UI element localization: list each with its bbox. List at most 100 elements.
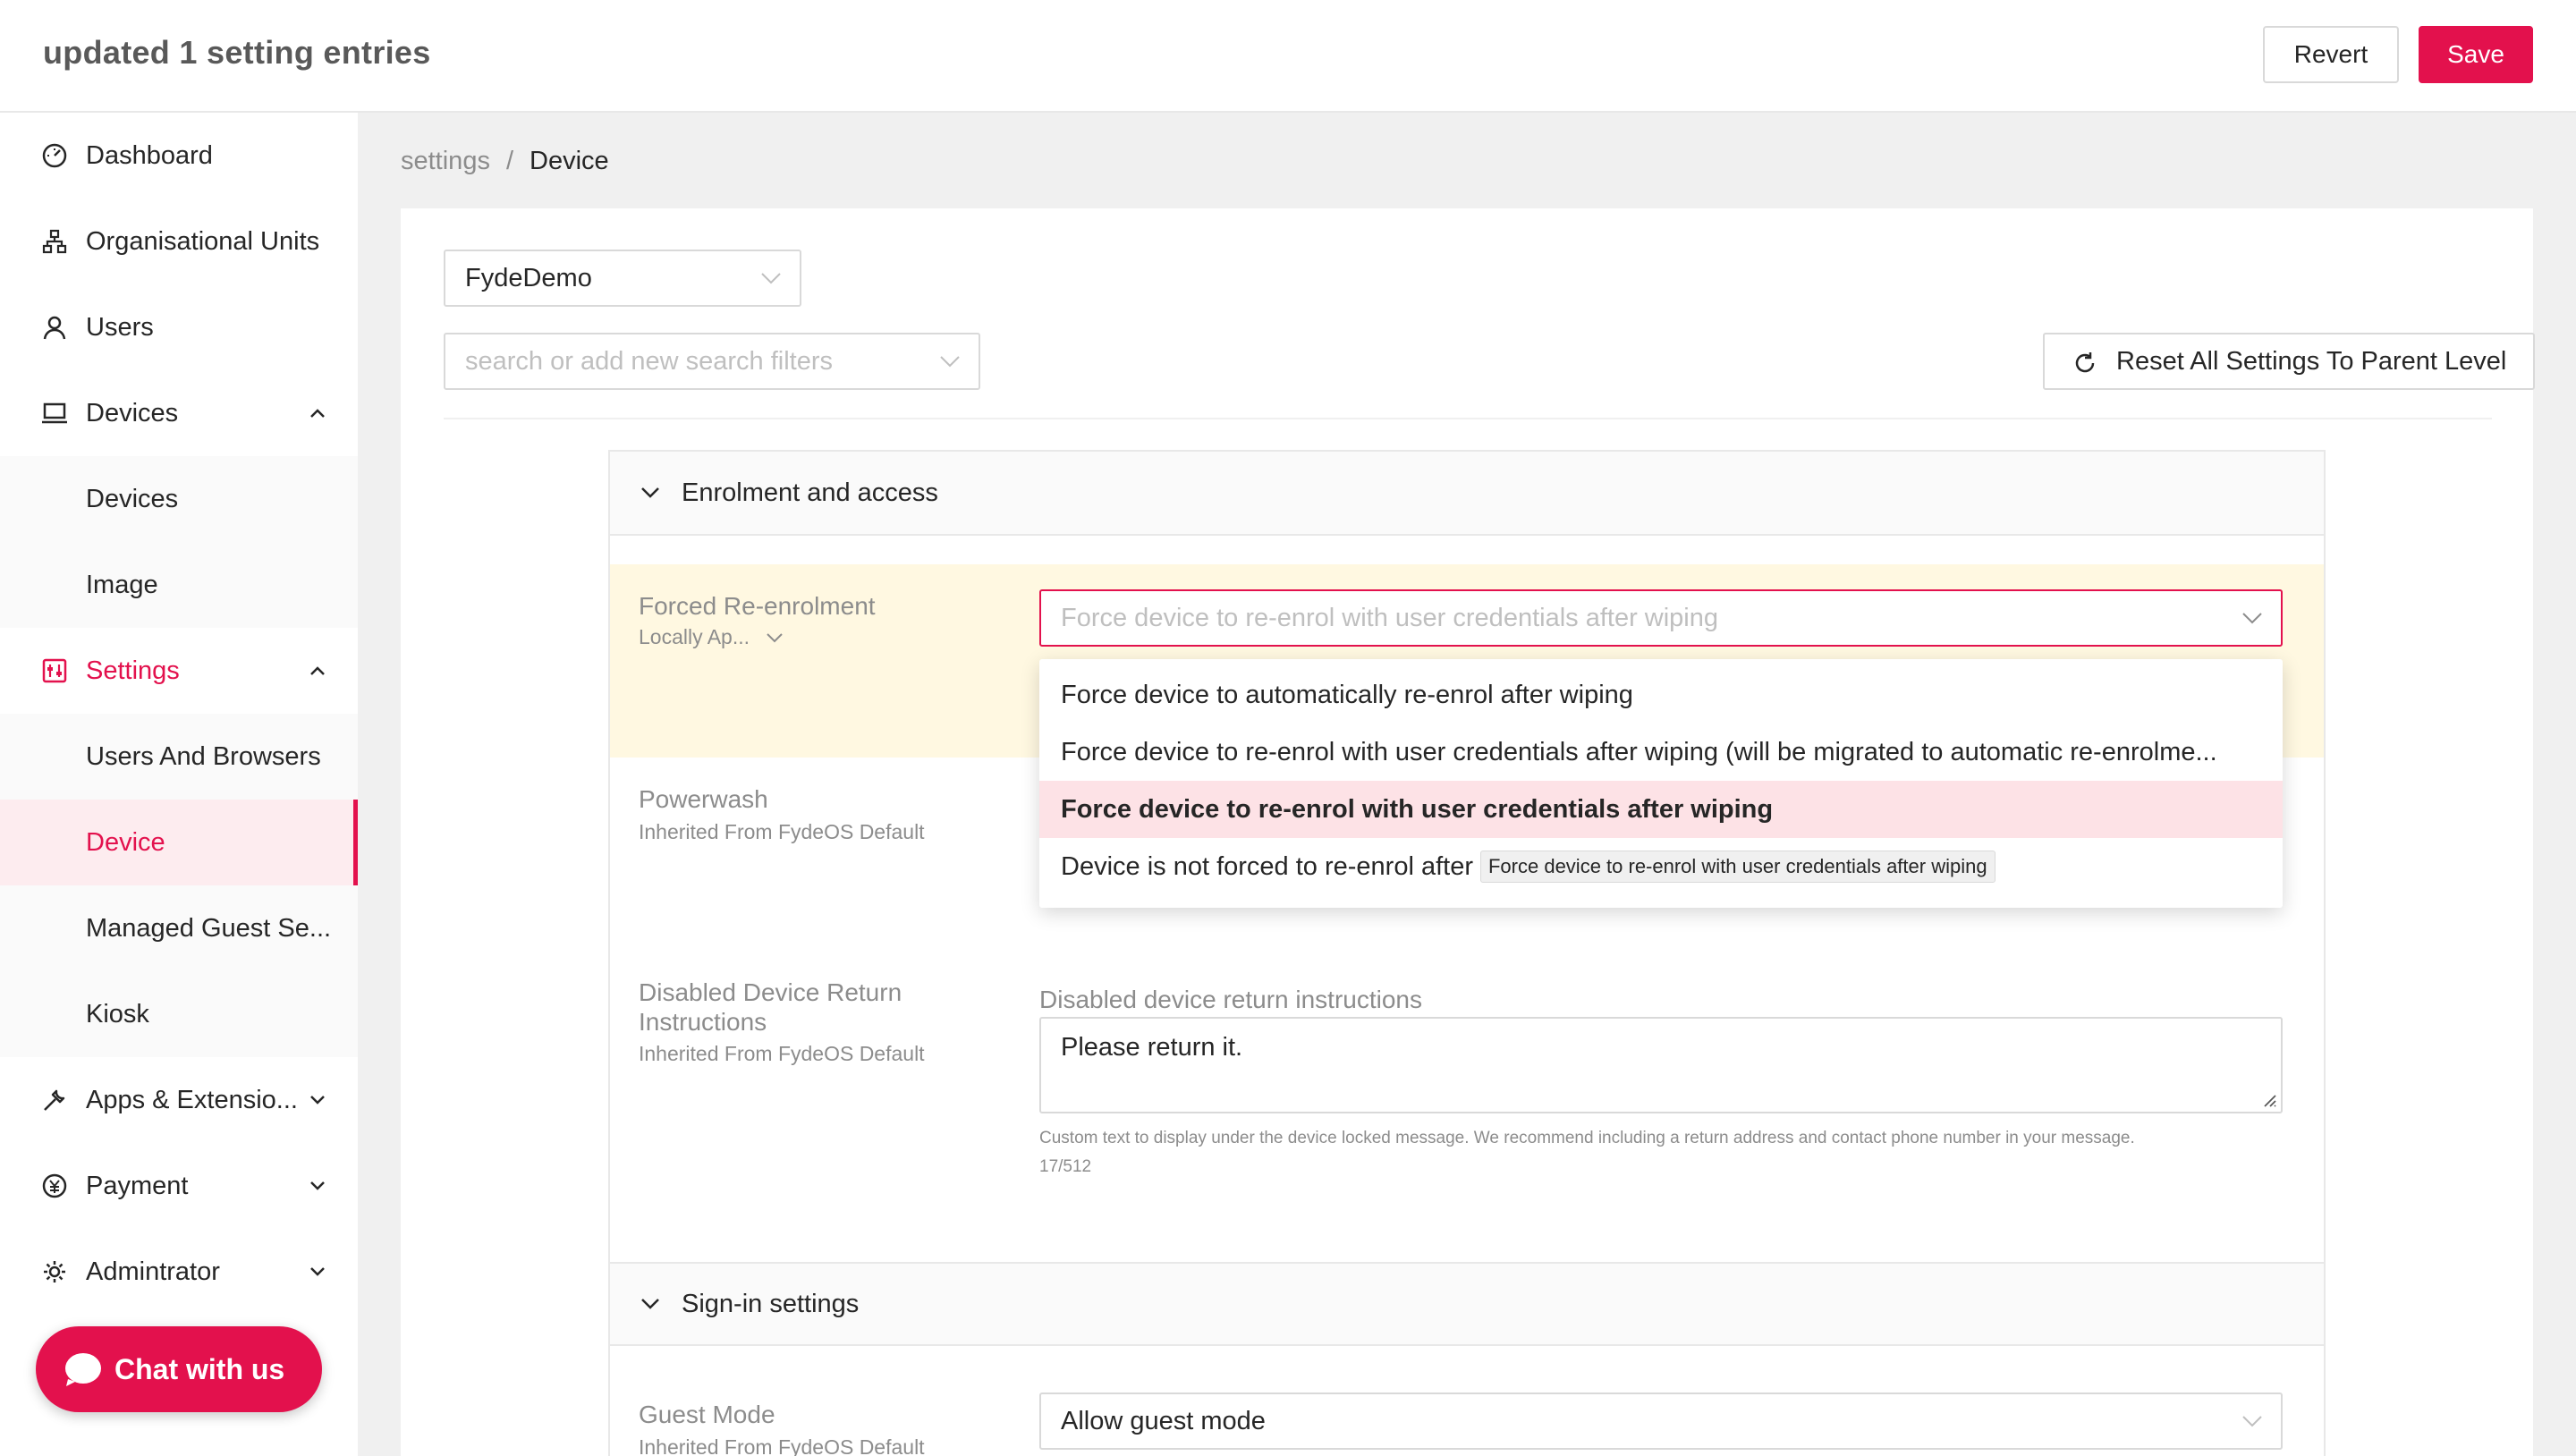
- sidebar-item-settings[interactable]: Settings: [0, 628, 358, 714]
- user-icon: [39, 312, 70, 343]
- sidebar-item-devices-list[interactable]: Devices: [0, 456, 358, 542]
- main-content: settings / Device FydeDemo search or add…: [358, 113, 2576, 1456]
- resize-grip-icon[interactable]: [2258, 1088, 2277, 1108]
- sidebar-item-users-and-browsers[interactable]: Users And Browsers: [0, 714, 358, 800]
- gear-icon: [39, 1257, 70, 1287]
- sidebar-item-label: Settings: [86, 656, 180, 685]
- dashboard-icon: [39, 140, 70, 171]
- help-description: Custom text to display under the device …: [1039, 1129, 2135, 1147]
- chevron-down-icon: [304, 1087, 331, 1113]
- sidebar-item-payment[interactable]: Payment: [0, 1143, 358, 1229]
- sidebar-item-label: Apps & Extensio...: [86, 1085, 298, 1114]
- dropdown-option[interactable]: Device is not forced to re-enrol after F…: [1039, 838, 2283, 895]
- section-title: Enrolment and access: [682, 478, 938, 507]
- chevron-down-icon: [304, 1258, 331, 1285]
- sidebar-item-label: Kiosk: [86, 999, 149, 1029]
- chevron-down-icon: [940, 356, 960, 368]
- sidebar-item-label: Organisational Units: [86, 226, 320, 256]
- forced-reenrolment-select[interactable]: Force device to re-enrol with user crede…: [1039, 589, 2283, 647]
- sidebar-item-users[interactable]: Users: [0, 284, 358, 370]
- sidebar-item-dashboard[interactable]: Dashboard: [0, 113, 358, 199]
- tooltip: Force device to re-enrol with user crede…: [1479, 851, 1996, 883]
- dropdown-option[interactable]: Force device to re-enrol with user crede…: [1039, 724, 2283, 781]
- chevron-down-icon: [641, 487, 659, 498]
- setting-source: Locally Ap...: [639, 625, 750, 648]
- reset-all-settings-button[interactable]: Reset All Settings To Parent Level: [2043, 333, 2535, 390]
- chat-bubble-icon: [64, 1352, 102, 1386]
- setting-source: Inherited From FydeOS Default: [639, 1435, 925, 1456]
- sidebar-item-devices[interactable]: Devices: [0, 370, 358, 456]
- chat-with-us-button[interactable]: Chat with us: [36, 1326, 322, 1412]
- breadcrumb-current: Device: [530, 147, 609, 175]
- sidebar-item-managed-guest-session[interactable]: Managed Guest Se...: [0, 885, 358, 971]
- sidebar-item-label: Devices: [86, 484, 179, 513]
- save-button[interactable]: Save: [2419, 26, 2533, 83]
- dropdown-option[interactable]: Force device to automatically re-enrol a…: [1039, 666, 2283, 724]
- setting-label: Powerwash: [639, 785, 768, 813]
- setting-source: Inherited From FydeOS Default: [639, 1042, 925, 1065]
- search-placeholder: search or add new search filters: [465, 346, 834, 376]
- section-title: Sign-in settings: [682, 1289, 860, 1318]
- section-header-signin[interactable]: Sign-in settings: [610, 1262, 2324, 1346]
- search-filter-input[interactable]: search or add new search filters: [444, 333, 980, 390]
- chevron-down-icon: [767, 632, 783, 642]
- setting-label: Guest Mode: [639, 1401, 775, 1428]
- option-label: Device is not forced to re-enrol after: [1061, 851, 1473, 881]
- sidebar-item-label: Managed Guest Se...: [86, 913, 332, 943]
- section-header-enrolment[interactable]: Enrolment and access: [610, 452, 2324, 536]
- reset-icon: [2075, 352, 2095, 373]
- divider: [444, 418, 2492, 419]
- sidebar-item-label: Payment: [86, 1171, 189, 1200]
- chevron-down-icon: [761, 273, 781, 284]
- setting-label: Disabled Device Return Instructions: [639, 978, 902, 1036]
- sidebar-item-label: Device: [86, 827, 165, 857]
- select-value: Allow guest mode: [1061, 1406, 1266, 1435]
- textarea-value: Please return it.: [1061, 1033, 1243, 1062]
- sidebar-item-admintrator[interactable]: Admintrator: [0, 1229, 358, 1315]
- sidebar-item-organisational-units[interactable]: Organisational Units: [0, 199, 358, 284]
- breadcrumb-root[interactable]: settings: [401, 147, 490, 176]
- reset-label: Reset All Settings To Parent Level: [2116, 346, 2507, 376]
- sidebar-item-label: Image: [86, 570, 158, 599]
- payment-icon: [39, 1171, 70, 1201]
- guest-mode-select[interactable]: Allow guest mode: [1039, 1393, 2283, 1450]
- sidebar-item-label: Devices: [86, 398, 179, 427]
- setting-source: Inherited From FydeOS Default: [639, 820, 925, 843]
- page-title: updated 1 setting entries: [43, 34, 431, 71]
- select-value: Force device to re-enrol with user crede…: [1061, 603, 1718, 632]
- sidebar-item-device[interactable]: Device: [0, 800, 358, 885]
- chevron-down-icon: [304, 1172, 331, 1199]
- char-count: 17/512: [1039, 1157, 1092, 1176]
- field-label: Disabled device return instructions: [1039, 986, 1422, 1013]
- wrench-icon: [39, 1085, 70, 1115]
- revert-button[interactable]: Revert: [2263, 26, 2399, 83]
- sidebar-item-image[interactable]: Image: [0, 542, 358, 628]
- chevron-down-icon: [641, 1299, 659, 1309]
- return-instructions-textarea[interactable]: Please return it.: [1039, 1017, 2283, 1113]
- dropdown-option-selected[interactable]: Force device to re-enrol with user crede…: [1039, 781, 2283, 838]
- sidebar: Dashboard Organisational Units Users Dev…: [0, 113, 358, 1456]
- laptop-icon: [39, 398, 70, 428]
- chevron-up-icon: [304, 400, 331, 427]
- chevron-down-icon: [2242, 1416, 2262, 1427]
- chevron-down-icon: [2242, 613, 2262, 624]
- chevron-up-icon: [304, 657, 331, 684]
- org-units-icon: [39, 226, 70, 257]
- chat-label: Chat with us: [114, 1352, 285, 1385]
- help-text: Custom text to display under the device …: [1039, 1124, 2292, 1181]
- sidebar-item-kiosk[interactable]: Kiosk: [0, 971, 358, 1057]
- breadcrumb-separator: /: [505, 147, 514, 175]
- settings-panel: FydeDemo search or add new search filter…: [401, 208, 2535, 1456]
- sidebar-item-label: Users: [86, 312, 154, 342]
- sidebar-item-apps-extensions[interactable]: Apps & Extensio...: [0, 1057, 358, 1143]
- enrolment-section: Enrolment and access Forced Re-enrolment…: [608, 450, 2326, 1456]
- forced-reenrolment-dropdown: Force device to automatically re-enrol a…: [1039, 659, 2283, 908]
- breadcrumb: settings / Device: [401, 147, 609, 176]
- org-unit-select[interactable]: FydeDemo: [444, 250, 801, 307]
- setting-source-dropdown[interactable]: Locally Ap...: [639, 625, 784, 649]
- settings-icon: [39, 656, 70, 686]
- sidebar-item-label: Users And Browsers: [86, 741, 321, 771]
- top-bar: updated 1 setting entries Revert Save: [0, 0, 2576, 113]
- org-unit-value: FydeDemo: [465, 263, 592, 292]
- sidebar-item-label: Dashboard: [86, 140, 213, 170]
